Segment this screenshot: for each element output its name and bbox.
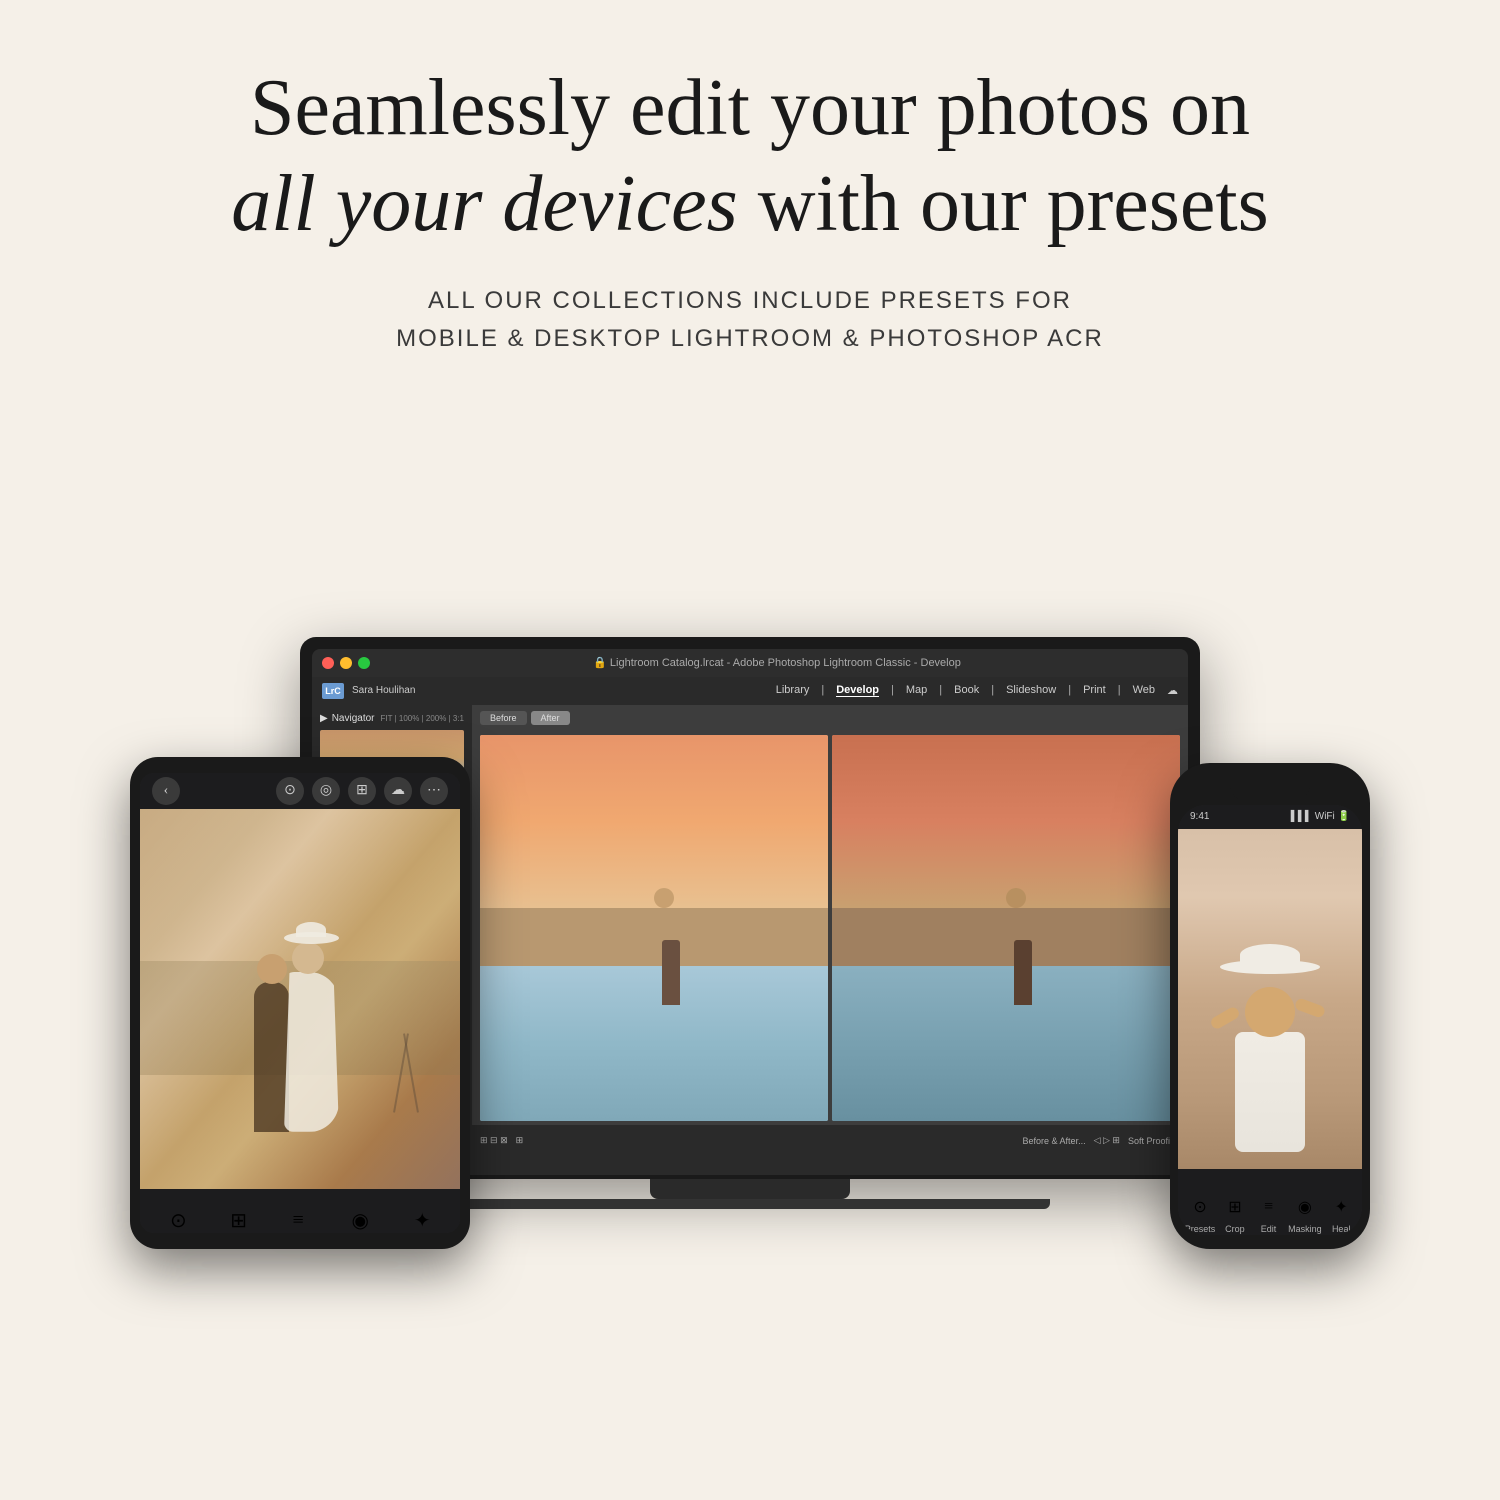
edit-icon: ≡ <box>280 1203 316 1233</box>
ipad-device: ‹ ⊙ ◎ ⊞ ☁ ⋯ <box>130 757 470 1249</box>
titlebar-text: 🔒 Lightroom Catalog.lrcat - Adobe Photos… <box>376 656 1178 669</box>
ipad-tool-heal[interactable]: ✦ Heal <box>404 1203 440 1233</box>
lr-nav: Library | Develop | Map | Book | Slidesh… <box>776 684 1178 697</box>
lr-photos <box>472 731 1188 1125</box>
ipad-top-bar: ‹ ⊙ ◎ ⊞ ☁ ⋯ <box>140 773 460 809</box>
iphone-masking-label: Masking <box>1288 1224 1322 1234</box>
ipad-tool-masking[interactable]: ◉ Masking <box>340 1203 381 1233</box>
subheadline: ALL OUR COLLECTIONS INCLUDE PRESETS FOR … <box>396 282 1104 359</box>
ipad-icon4[interactable]: ☁ <box>384 777 412 805</box>
laptop-foot <box>450 1199 1050 1209</box>
before-btn[interactable]: Before <box>480 711 527 725</box>
iphone-heal-icon: ✦ <box>1327 1193 1355 1221</box>
ipad-icon3[interactable]: ⊞ <box>348 777 376 805</box>
dot-green[interactable] <box>358 657 370 669</box>
subheadline-line2: MOBILE & DESKTOP LIGHTROOM & PHOTOSHOP A… <box>396 325 1104 352</box>
ipad-toolbar: ⊙ Presets ⊞ Crop ≡ Edit ◉ Masking ✦ He <box>140 1189 460 1233</box>
iphone-heal-label: Heal <box>1332 1224 1351 1234</box>
lr-logo: LrC <box>322 683 344 699</box>
iphone-signal: ▌▌▌ WiFi 🔋 <box>1291 811 1350 822</box>
nav-map[interactable]: Map <box>906 684 927 697</box>
lr-main: Before After <box>472 705 1188 1157</box>
iphone-device: 9:41 ▌▌▌ WiFi 🔋 <box>1170 763 1370 1249</box>
iphone-tool-presets[interactable]: ⊙ Presets <box>1185 1193 1216 1234</box>
iphone-screen: 9:41 ▌▌▌ WiFi 🔋 <box>1178 805 1362 1235</box>
iphone-presets-icon: ⊙ <box>1186 1193 1214 1221</box>
iphone-crop-label: Crop <box>1225 1224 1245 1234</box>
lr-bottom-bar: ⊞ ⊟ ⊠ ⊞ Before & After... ◁ ▷ ⊞ Soft Pro… <box>472 1125 1188 1157</box>
ipad-photo <box>140 809 460 1189</box>
laptop-stand <box>650 1179 850 1199</box>
nav-book[interactable]: Book <box>954 684 979 697</box>
nav-slideshow[interactable]: Slideshow <box>1006 684 1056 697</box>
presets-icon: ⊙ <box>160 1203 196 1233</box>
laptop-titlebar: 🔒 Lightroom Catalog.lrcat - Adobe Photos… <box>312 649 1188 677</box>
nav-cloud-icon: ☁ <box>1167 684 1178 697</box>
nav-print[interactable]: Print <box>1083 684 1106 697</box>
headline-italic: all your devices <box>231 160 737 248</box>
headline-normal: with our presets <box>738 160 1269 248</box>
photo-before <box>480 735 828 1121</box>
dot-red[interactable] <box>322 657 334 669</box>
iphone-edit-icon: ≡ <box>1255 1193 1283 1221</box>
iphone-crop-icon: ⊞ <box>1221 1193 1249 1221</box>
nav-develop[interactable]: Develop <box>836 684 879 697</box>
ipad-tool-presets[interactable]: ⊙ Presets <box>160 1203 197 1233</box>
lr-user: Sara Houlihan <box>352 685 415 696</box>
subheadline-line1: ALL OUR COLLECTIONS INCLUDE PRESETS FOR <box>428 287 1072 314</box>
ba-dropdown[interactable]: Before & After... <box>1023 1136 1086 1146</box>
dot-yellow[interactable] <box>340 657 352 669</box>
ipad-screen: ‹ ⊙ ◎ ⊞ ☁ ⋯ <box>140 773 460 1233</box>
iphone-presets-label: Presets <box>1185 1224 1216 1234</box>
iphone-toolbar: ⊙ Presets ⊞ Crop ≡ Edit ◉ Masking ✦ He <box>1178 1169 1362 1235</box>
iphone-tool-crop[interactable]: ⊞ Crop <box>1221 1193 1249 1234</box>
ipad-back-btn[interactable]: ‹ <box>152 777 180 805</box>
ipad-icon2[interactable]: ◎ <box>312 777 340 805</box>
navigator-title: ▶ Navigator FIT | 100% | 200% | 3:1 <box>320 713 464 724</box>
headline-line2: all your devices with our presets <box>231 156 1269 252</box>
photo-after <box>832 735 1180 1121</box>
iphone-photo <box>1178 829 1362 1169</box>
nav-library[interactable]: Library <box>776 684 810 697</box>
iphone-tool-masking[interactable]: ◉ Masking <box>1288 1193 1322 1234</box>
crop-icon: ⊞ <box>221 1203 257 1233</box>
nav-web[interactable]: Web <box>1133 684 1155 697</box>
headline: Seamlessly edit your photos on all your … <box>231 60 1269 252</box>
iphone-masking-icon: ◉ <box>1291 1193 1319 1221</box>
ipad-icon5[interactable]: ⋯ <box>420 777 448 805</box>
heal-icon: ✦ <box>404 1203 440 1233</box>
lr-before-after-bar: Before After <box>472 705 1188 731</box>
iphone-tool-heal[interactable]: ✦ Heal <box>1327 1193 1355 1234</box>
devices-container: 🔒 Lightroom Catalog.lrcat - Adobe Photos… <box>100 419 1400 1269</box>
iphone-notch <box>1230 777 1310 801</box>
ipad-tool-crop[interactable]: ⊞ Crop <box>221 1203 257 1233</box>
iphone-time: 9:41 <box>1190 811 1209 822</box>
headline-line1: Seamlessly edit your photos on <box>231 60 1269 156</box>
lr-menubar: LrC Sara Houlihan Library | Develop | Ma… <box>312 677 1188 705</box>
masking-icon: ◉ <box>342 1203 378 1233</box>
iphone-status-bar: 9:41 ▌▌▌ WiFi 🔋 <box>1178 805 1362 829</box>
ipad-tool-edit[interactable]: ≡ Edit <box>280 1203 316 1233</box>
iphone-edit-label: Edit <box>1261 1224 1277 1234</box>
ipad-icon1[interactable]: ⊙ <box>276 777 304 805</box>
iphone-tool-edit[interactable]: ≡ Edit <box>1255 1193 1283 1234</box>
after-btn[interactable]: After <box>531 711 570 725</box>
